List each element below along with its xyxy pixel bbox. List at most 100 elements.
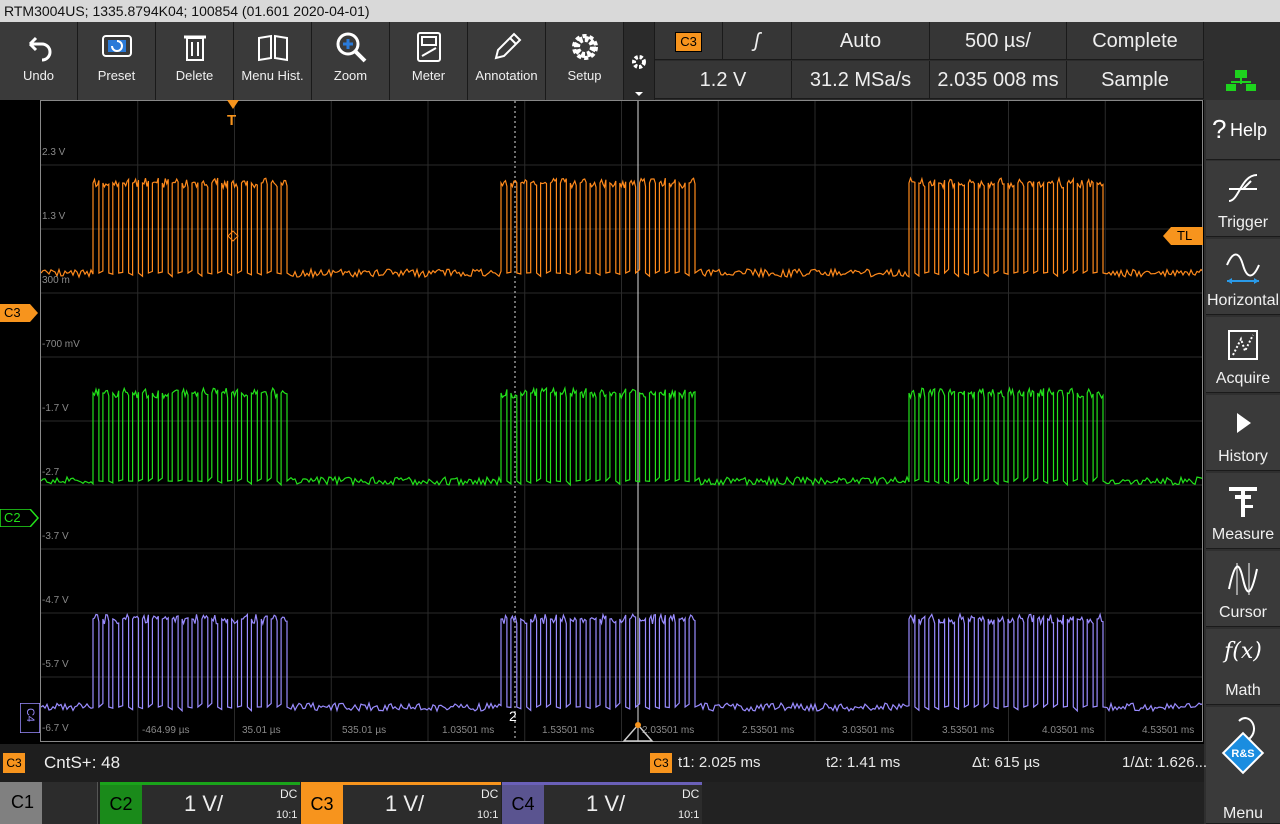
acquire-label: Acquire [1215,370,1271,387]
measure-label: Measure [1211,526,1275,543]
acquisition-state[interactable]: Complete [1067,22,1204,60]
horizontal-button[interactable]: Horizontal [1206,239,1280,315]
undo-icon [0,22,77,72]
undo-label: Undo [22,68,55,83]
menu-hist-label: Menu Hist. [241,68,304,83]
channel-c4-tile[interactable]: C4 1 V/ DC 10:1 [502,782,702,824]
channel-c2-label: C2 [100,785,142,824]
cursor-channel-badge[interactable]: C3 [650,753,672,773]
history-label: History [1218,448,1268,465]
time-label: 1.53501 ms [542,725,595,736]
horizontal-icon [1226,253,1260,284]
channel-c3-probe: 10:1 [477,809,499,821]
trigger-arrow-icon [227,100,239,109]
math-label: Math [1225,682,1261,699]
trigger-level-label: TL [1177,228,1193,243]
cursor-button[interactable]: Cursor [1206,551,1280,627]
menu-button[interactable]: R&S Menu [1206,707,1280,824]
acquire-button[interactable]: Acquire [1206,317,1280,393]
volt-label: -700 mV [42,339,80,350]
time-label: 4.03501 ms [1042,725,1095,736]
delete-button[interactable]: Delete [156,22,234,100]
cursor-inverse-delta-t: 1/Δt: 1.626... [1122,754,1208,771]
trigger-slope[interactable]: ʃ [723,22,792,60]
c3-offset-marker[interactable]: C3 [0,304,40,322]
c3-marker-label: C3 [4,305,21,320]
c2-offset-marker[interactable]: C2 [0,508,40,528]
trash-icon [156,22,233,72]
time-label: 4.53501 ms [1142,725,1195,736]
measure-button[interactable]: Measure [1206,473,1280,549]
preset-label: Preset [97,68,136,83]
c4-offset-marker[interactable]: C4 [19,702,41,734]
math-icon: f(x) [1224,639,1262,664]
annotation-label: Annotation [475,68,538,83]
channel-c4-coupling: DC [682,787,700,801]
channel-c2-coupling: DC [280,787,298,801]
setup-button[interactable]: Setup [546,22,624,100]
small-gear-icon [632,55,646,96]
cursor-icon [1228,563,1258,595]
preset-button[interactable]: Preset [78,22,156,100]
math-button[interactable]: f(x) Math [1206,629,1280,705]
channel-c1-settings[interactable] [42,782,98,824]
trigger-menu-button[interactable]: Trigger [1206,161,1280,237]
waveform-canvas [41,101,1202,741]
menu-hist-button[interactable]: Menu Hist. [234,22,312,100]
book-icon [234,22,311,72]
time-label: 1.03501 ms [442,725,495,736]
cursor-t1: t1: 2.025 ms [678,754,761,771]
c2-marker-label: C2 [4,510,21,525]
network-icon [1226,70,1256,91]
volt-label: -1.7 V [42,403,69,414]
trigger-level-marker[interactable]: TL [1163,226,1203,246]
time-reference-marker[interactable] [622,722,654,742]
channel-c4-label: C4 [502,785,544,824]
channel-c2-tile[interactable]: C2 1 V/ DC 10:1 [100,782,300,824]
volt-label: 300 m [42,275,70,286]
zoom-button[interactable]: Zoom [312,22,390,100]
meter-button[interactable]: Meter [390,22,468,100]
channel-c1-tile[interactable]: C1 [0,782,42,824]
trigger-marker-label: T [227,112,237,129]
channel-c4-scale: 1 V/ [586,791,626,816]
acquisition-mode[interactable]: Sample [1067,61,1204,99]
preset-icon [78,22,155,72]
time-label: 3.03501 ms [842,725,895,736]
channel-c3-tile[interactable]: C3 1 V/ DC 10:1 [301,782,501,824]
trigger-position-marker[interactable]: T [226,100,240,130]
trigger-mode[interactable]: Auto [792,22,930,60]
svg-text:R&S: R&S [1231,748,1254,760]
counter-readout[interactable]: CntS+: 48 [44,744,120,782]
time-label: 535.01 µs [342,725,387,736]
help-label: Help [1230,120,1268,140]
record-length[interactable]: 2.035 008 ms [930,61,1067,99]
volt-label: -4.7 V [42,595,69,606]
meter-label: Meter [411,68,446,83]
pencil-icon [468,22,545,72]
undo-button[interactable]: Undo [0,22,78,100]
time-label: 3.53501 ms [942,725,995,736]
volt-label: 1.3 V [42,211,66,222]
channel-c2-probe: 10:1 [276,809,298,821]
zoom-label: Zoom [333,68,368,83]
horizontal-label: Horizontal [1206,292,1280,309]
cursor2-label: 2 [509,708,517,724]
gear-icon [546,22,623,72]
trigger-source-cell[interactable]: C3 [655,22,723,60]
c4-marker-label: C4 [24,707,37,723]
acquire-icon [1228,330,1258,360]
sample-rate[interactable]: 31.2 MSa/s [792,61,930,99]
waveform-display[interactable] [40,100,1203,742]
timebase[interactable]: 500 µs/ [930,22,1067,60]
trigger-level[interactable]: 1.2 V [655,61,792,99]
annotation-button[interactable]: Annotation [468,22,546,100]
history-button[interactable]: History [1206,395,1280,471]
zoom-icon [312,22,389,72]
counter-channel-badge[interactable]: C3 [3,753,25,773]
cursor-label: Cursor [1218,604,1267,621]
setup-label: Setup [567,68,602,83]
channel-c3-coupling: DC [481,787,499,801]
quick-settings-button[interactable] [624,22,655,100]
help-button[interactable]: ? Help [1206,100,1280,160]
